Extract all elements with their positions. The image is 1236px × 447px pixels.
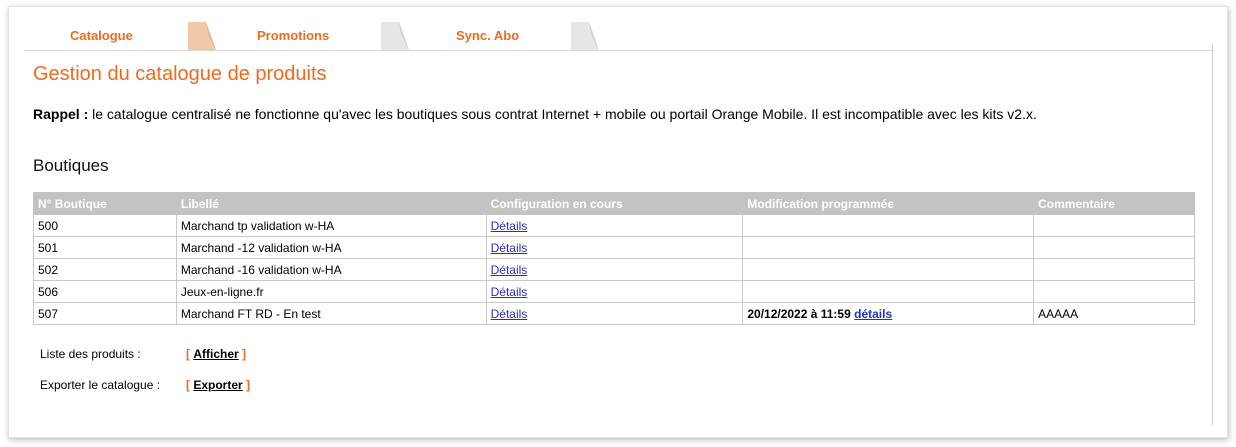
col-header-comment: Commentaire bbox=[1033, 192, 1195, 215]
cell-comment bbox=[1033, 236, 1195, 259]
tab-baseline bbox=[24, 50, 1214, 51]
cell-id: 507 bbox=[33, 302, 177, 325]
details-link[interactable]: Détails bbox=[491, 307, 528, 321]
table-row: 500 Marchand tp validation w-HA Détails bbox=[33, 214, 1195, 237]
page-title: Gestion du catalogue de produits bbox=[33, 63, 327, 85]
export-catalogue-label: Exporter le catalogue : bbox=[40, 378, 161, 392]
col-header-label: Libellé bbox=[175, 192, 487, 215]
cell-config: Détails bbox=[485, 302, 744, 325]
tab-sync-abo-fold-icon bbox=[571, 22, 599, 50]
cell-scheduled bbox=[742, 214, 1035, 237]
cell-comment bbox=[1033, 214, 1195, 237]
cell-label: Jeux-en-ligne.fr bbox=[175, 280, 487, 303]
tab-promotions[interactable]: Promotions bbox=[257, 28, 329, 43]
bracket-close: ] bbox=[246, 378, 251, 392]
bracket-open: [ bbox=[186, 378, 190, 392]
cell-id: 500 bbox=[33, 214, 177, 237]
cell-label: Marchand FT RD - En test bbox=[175, 302, 487, 325]
content-right-border bbox=[1212, 45, 1213, 425]
details-link[interactable]: Détails bbox=[491, 285, 528, 299]
col-header-config: Configuration en cours bbox=[485, 192, 744, 215]
notice-body: le catalogue centralisé ne fonctionne qu… bbox=[88, 106, 1037, 122]
cell-scheduled bbox=[742, 258, 1035, 281]
cell-config: Détails bbox=[485, 236, 744, 259]
cell-comment bbox=[1033, 280, 1195, 303]
cell-scheduled bbox=[742, 280, 1035, 303]
export-link[interactable]: Exporter bbox=[193, 378, 242, 392]
show-products-link[interactable]: Afficher bbox=[193, 347, 238, 361]
section-title-boutiques: Boutiques bbox=[33, 156, 109, 175]
cell-label: Marchand tp validation w-HA bbox=[175, 214, 487, 237]
cell-label: Marchand -16 validation w-HA bbox=[175, 258, 487, 281]
cell-id: 502 bbox=[33, 258, 177, 281]
cell-label: Marchand -12 validation w-HA bbox=[175, 236, 487, 259]
table-row: 506 Jeux-en-ligne.fr Détails bbox=[33, 280, 1195, 303]
col-header-id: N° Boutique bbox=[33, 192, 177, 215]
tab-catalogue[interactable]: Catalogue bbox=[70, 28, 133, 43]
cell-config: Détails bbox=[485, 280, 744, 303]
details-link[interactable]: Détails bbox=[491, 241, 528, 255]
cell-comment: AAAAA bbox=[1033, 302, 1195, 325]
cell-id: 506 bbox=[33, 280, 177, 303]
bracket-open: [ bbox=[186, 347, 190, 361]
table-header-row: N° Boutique Libellé Configuration en cou… bbox=[33, 192, 1195, 215]
table-row: 507 Marchand FT RD - En test Détails 20/… bbox=[33, 302, 1195, 325]
scheduled-date: 20/12/2022 à 11:59 bbox=[747, 306, 851, 321]
tab-catalogue-fold-icon bbox=[188, 22, 216, 50]
cell-scheduled: 20/12/2022 à 11:59 détails bbox=[742, 302, 1035, 325]
table-row: 502 Marchand -16 validation w-HA Détails bbox=[33, 258, 1195, 281]
scheduled-details-link[interactable]: détails bbox=[854, 307, 892, 321]
cell-id: 501 bbox=[33, 236, 177, 259]
table-row: 501 Marchand -12 validation w-HA Détails bbox=[33, 236, 1195, 259]
details-link[interactable]: Détails bbox=[491, 219, 528, 233]
col-header-scheduled: Modification programmée bbox=[742, 192, 1035, 215]
notice-strong: Rappel : bbox=[33, 106, 89, 122]
tab-bar: Catalogue Promotions Sync. Abo bbox=[24, 18, 1214, 51]
bracket-close: ] bbox=[242, 347, 247, 361]
boutiques-table: N° Boutique Libellé Configuration en cou… bbox=[33, 192, 1195, 325]
notice-text: Rappel : le catalogue centralisé ne fonc… bbox=[33, 106, 1203, 123]
cell-config: Détails bbox=[485, 214, 744, 237]
products-list-row: Liste des produits : [ Afficher ] bbox=[40, 347, 246, 361]
export-catalogue-row: Exporter le catalogue : [ Exporter ] bbox=[40, 378, 250, 392]
tab-sync-abo[interactable]: Sync. Abo bbox=[456, 28, 519, 43]
cell-comment bbox=[1033, 258, 1195, 281]
cell-scheduled bbox=[742, 236, 1035, 259]
tab-promotions-fold-icon bbox=[381, 22, 409, 50]
cell-config: Détails bbox=[485, 258, 744, 281]
products-list-label: Liste des produits : bbox=[40, 347, 141, 361]
details-link[interactable]: Détails bbox=[491, 263, 528, 277]
